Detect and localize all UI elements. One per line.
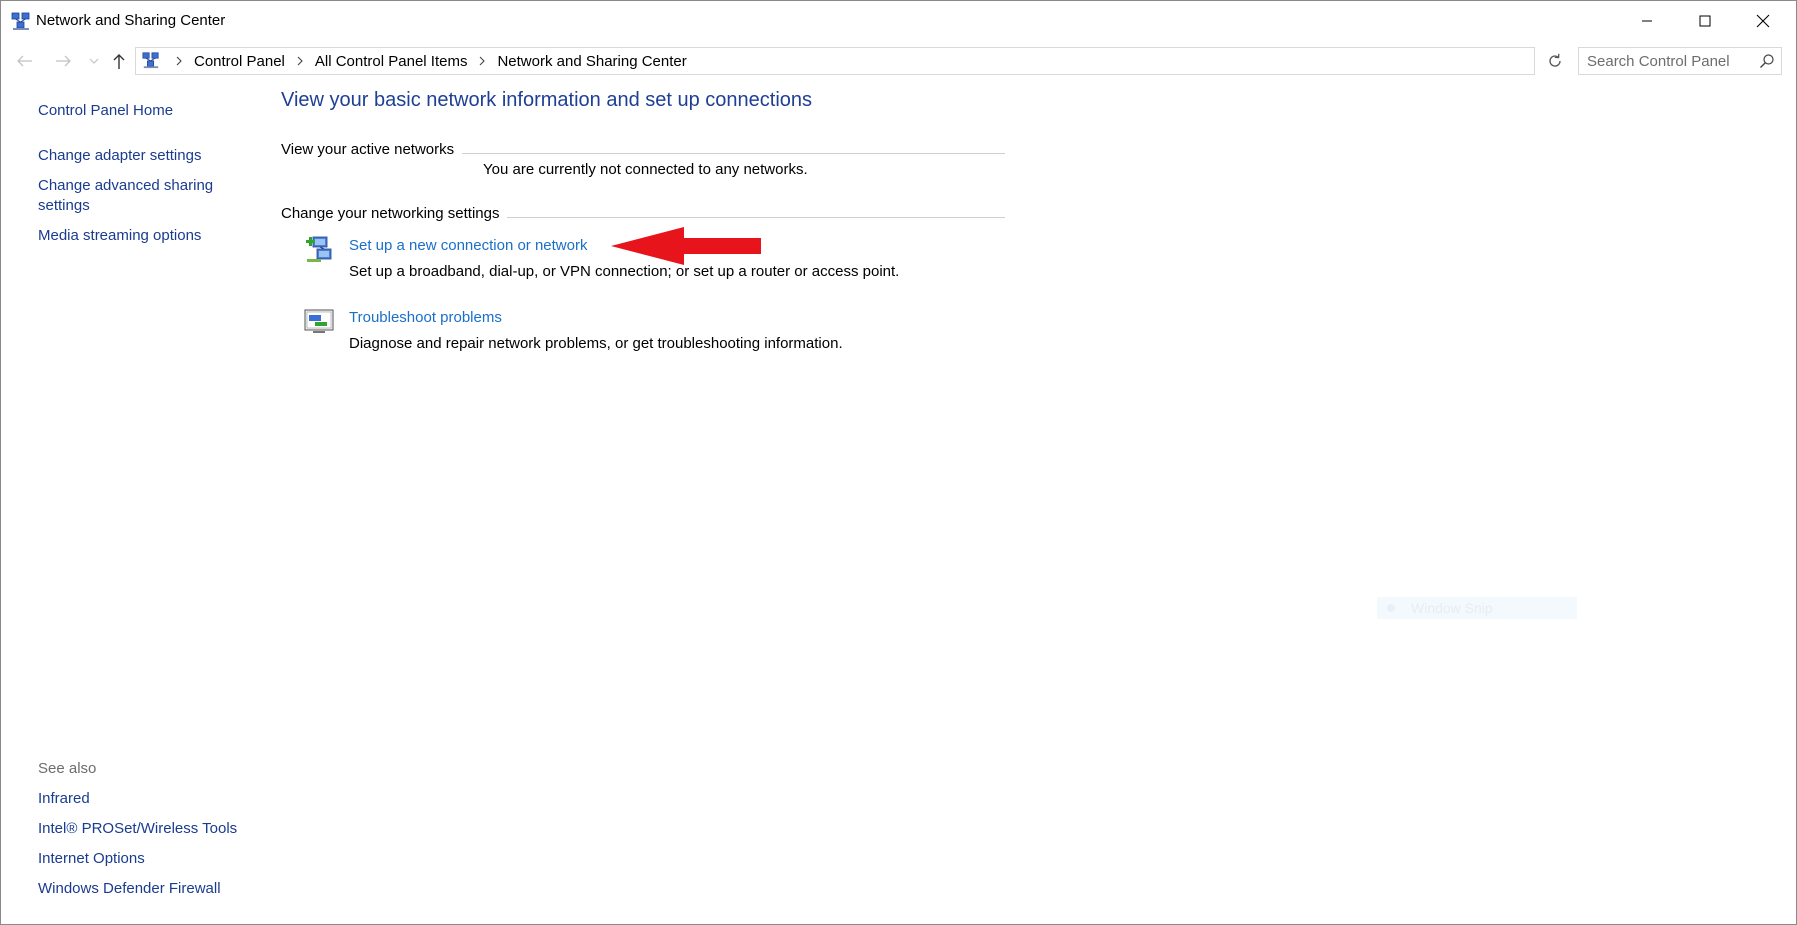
new-connection-icon[interactable] [303,233,335,265]
navigation-bar: Control Panel All Control Panel Items Ne… [1,45,1796,77]
snip-dot-icon [1387,604,1395,612]
control-panel-home-link[interactable]: Control Panel Home [38,101,173,121]
forward-button[interactable] [53,51,73,71]
back-button[interactable] [15,51,35,71]
title-bar: Network and Sharing Center [1,1,1796,41]
network-sharing-center-window: Network and Sharing Center Control Panel… [0,0,1797,925]
up-button[interactable] [109,51,129,71]
window-title: Network and Sharing Center [36,12,226,29]
breadcrumb-all-items[interactable]: All Control Panel Items [313,53,470,70]
see-also-section: See also Infrared Intel® PROSet/Wireless… [38,759,268,897]
troubleshoot-problems-description: Diagnose and repair network problems, or… [349,335,843,352]
refresh-icon[interactable] [1546,52,1564,70]
minimize-icon [1642,20,1652,22]
chevron-right-icon[interactable] [469,48,495,74]
search-box[interactable] [1578,47,1782,75]
chevron-right-icon[interactable] [287,48,313,74]
task-troubleshoot: Troubleshoot problems Diagnose and repai… [303,305,1003,355]
close-button[interactable] [1734,1,1792,41]
change-advanced-sharing-settings-link[interactable]: Change advanced sharing settings [38,176,238,216]
media-streaming-options-link[interactable]: Media streaming options [38,226,201,246]
see-also-heading: See also [38,760,97,777]
setup-new-connection-link[interactable]: Set up a new connection or network [349,237,587,254]
troubleshoot-problems-link[interactable]: Troubleshoot problems [349,309,502,326]
windows-defender-firewall-link[interactable]: Windows Defender Firewall [38,879,221,899]
change-adapter-settings-link[interactable]: Change adapter settings [38,146,201,166]
network-center-icon [11,12,30,30]
annotation-arrow-icon [611,227,761,265]
snip-overlay: Window Snip [1377,597,1577,619]
recent-locations-button[interactable] [84,51,104,71]
page-title: View your basic network information and … [281,89,813,111]
maximize-button[interactable] [1676,1,1734,41]
arrow-left-icon [17,55,32,67]
arrow-up-icon [113,54,125,69]
active-networks-section: View your active networks [281,141,1005,161]
setup-new-connection-description: Set up a broadband, dial-up, or VPN conn… [349,263,900,280]
close-icon [1756,14,1770,28]
active-networks-heading: View your active networks [281,141,463,158]
snip-overlay-label: Window Snip [1411,600,1493,616]
search-input[interactable] [1579,48,1757,74]
networking-settings-heading: Change your networking settings [281,205,508,222]
arrow-right-icon [56,55,71,67]
search-icon[interactable] [1759,53,1775,69]
connection-status-text: You are currently not connected to any n… [483,161,808,178]
breadcrumb-control-panel[interactable]: Control Panel [192,53,287,70]
maximize-icon [1699,15,1711,27]
chevron-down-icon [89,58,99,64]
breadcrumb: Control Panel All Control Panel Items Ne… [166,48,689,74]
internet-options-link[interactable]: Internet Options [38,849,145,869]
chevron-right-icon[interactable] [166,48,192,74]
network-center-icon [142,52,159,69]
networking-settings-section: Change your networking settings [281,205,1005,225]
minimize-button[interactable] [1618,1,1676,41]
address-bar[interactable]: Control Panel All Control Panel Items Ne… [135,47,1673,75]
troubleshoot-icon[interactable] [303,305,335,337]
breadcrumb-network-center[interactable]: Network and Sharing Center [495,53,688,70]
intel-proset-wireless-link[interactable]: Intel® PROSet/Wireless Tools [38,819,237,839]
infrared-link[interactable]: Infrared [38,789,90,809]
